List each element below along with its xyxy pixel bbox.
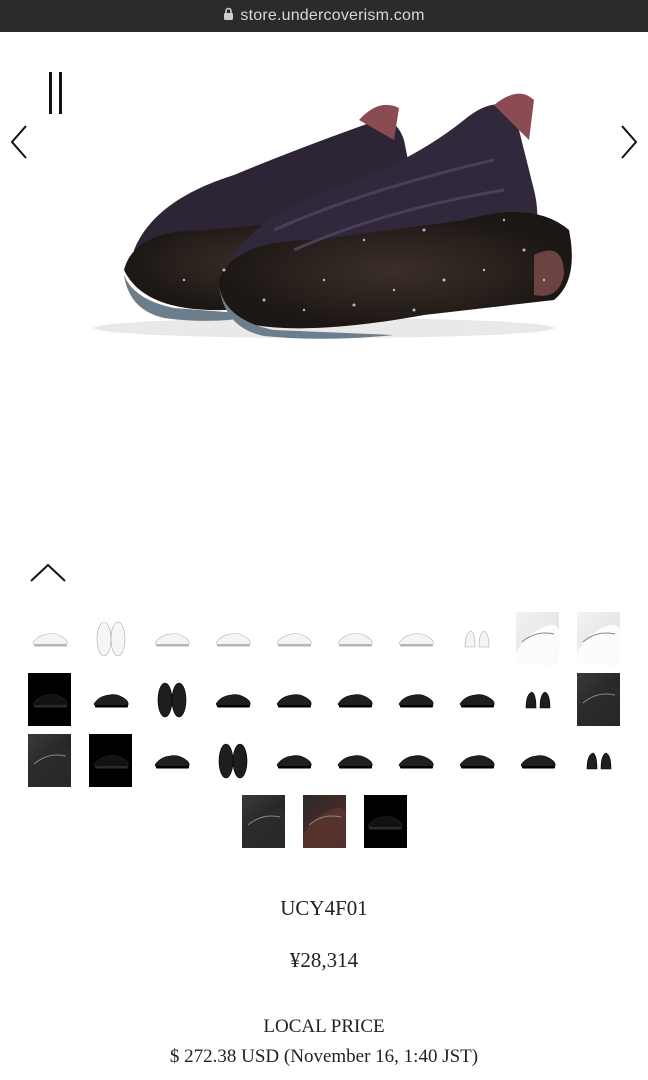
product-thumbnail[interactable] — [150, 612, 193, 665]
product-thumbnail[interactable] — [333, 612, 376, 665]
product-main-image — [64, 80, 584, 350]
product-thumbnail[interactable] — [455, 734, 498, 787]
thumbnail-row — [0, 612, 648, 665]
pause-icon[interactable] — [46, 72, 66, 114]
product-thumbnail[interactable] — [333, 673, 376, 726]
product-thumbnail[interactable] — [28, 612, 71, 665]
product-thumbnail[interactable] — [577, 673, 620, 726]
product-thumbnail[interactable] — [516, 673, 559, 726]
product-thumbnail[interactable] — [394, 734, 437, 787]
product-thumbnail[interactable] — [516, 612, 559, 665]
thumbnail-grid — [0, 612, 648, 856]
browser-url: store.undercoverism.com — [240, 7, 425, 24]
product-thumbnail[interactable] — [211, 673, 254, 726]
chevron-left-icon[interactable] — [8, 122, 32, 162]
product-thumbnail[interactable] — [28, 673, 71, 726]
product-thumbnail[interactable] — [272, 673, 315, 726]
product-thumbnail[interactable] — [363, 795, 407, 848]
lock-icon — [223, 7, 234, 26]
local-price-label: LOCAL PRICE — [263, 1016, 385, 1037]
product-thumbnail[interactable] — [89, 612, 132, 665]
product-sku: UCY4F01 — [280, 896, 368, 920]
product-thumbnail[interactable] — [302, 795, 346, 848]
product-thumbnail[interactable] — [150, 734, 193, 787]
product-thumbnail[interactable] — [516, 734, 559, 787]
product-thumbnail[interactable] — [89, 734, 132, 787]
thumbnail-row — [0, 795, 648, 848]
product-thumbnail[interactable] — [89, 673, 132, 726]
product-thumbnail[interactable] — [28, 734, 71, 787]
product-thumbnail[interactable] — [211, 734, 254, 787]
product-thumbnail[interactable] — [577, 612, 620, 665]
product-price: ¥28,314 — [289, 948, 359, 972]
browser-url-bar[interactable]: store.undercoverism.com — [0, 0, 648, 32]
product-thumbnail[interactable] — [394, 612, 437, 665]
product-thumbnail[interactable] — [150, 673, 193, 726]
chevron-right-icon[interactable] — [616, 122, 640, 162]
thumbnail-row — [0, 673, 648, 726]
local-price-value: $ 272.38 USD (November 16, 1:40 JST) — [169, 1046, 479, 1067]
product-thumbnail[interactable] — [394, 673, 437, 726]
product-thumbnail[interactable] — [455, 612, 498, 665]
product-thumbnail[interactable] — [333, 734, 376, 787]
product-thumbnail[interactable] — [577, 734, 620, 787]
product-thumbnail[interactable] — [272, 612, 315, 665]
thumbnail-row — [0, 734, 648, 787]
product-thumbnail[interactable] — [211, 612, 254, 665]
chevron-up-icon[interactable] — [28, 560, 68, 586]
product-thumbnail[interactable] — [272, 734, 315, 787]
product-thumbnail[interactable] — [455, 673, 498, 726]
product-thumbnail[interactable] — [241, 795, 285, 848]
